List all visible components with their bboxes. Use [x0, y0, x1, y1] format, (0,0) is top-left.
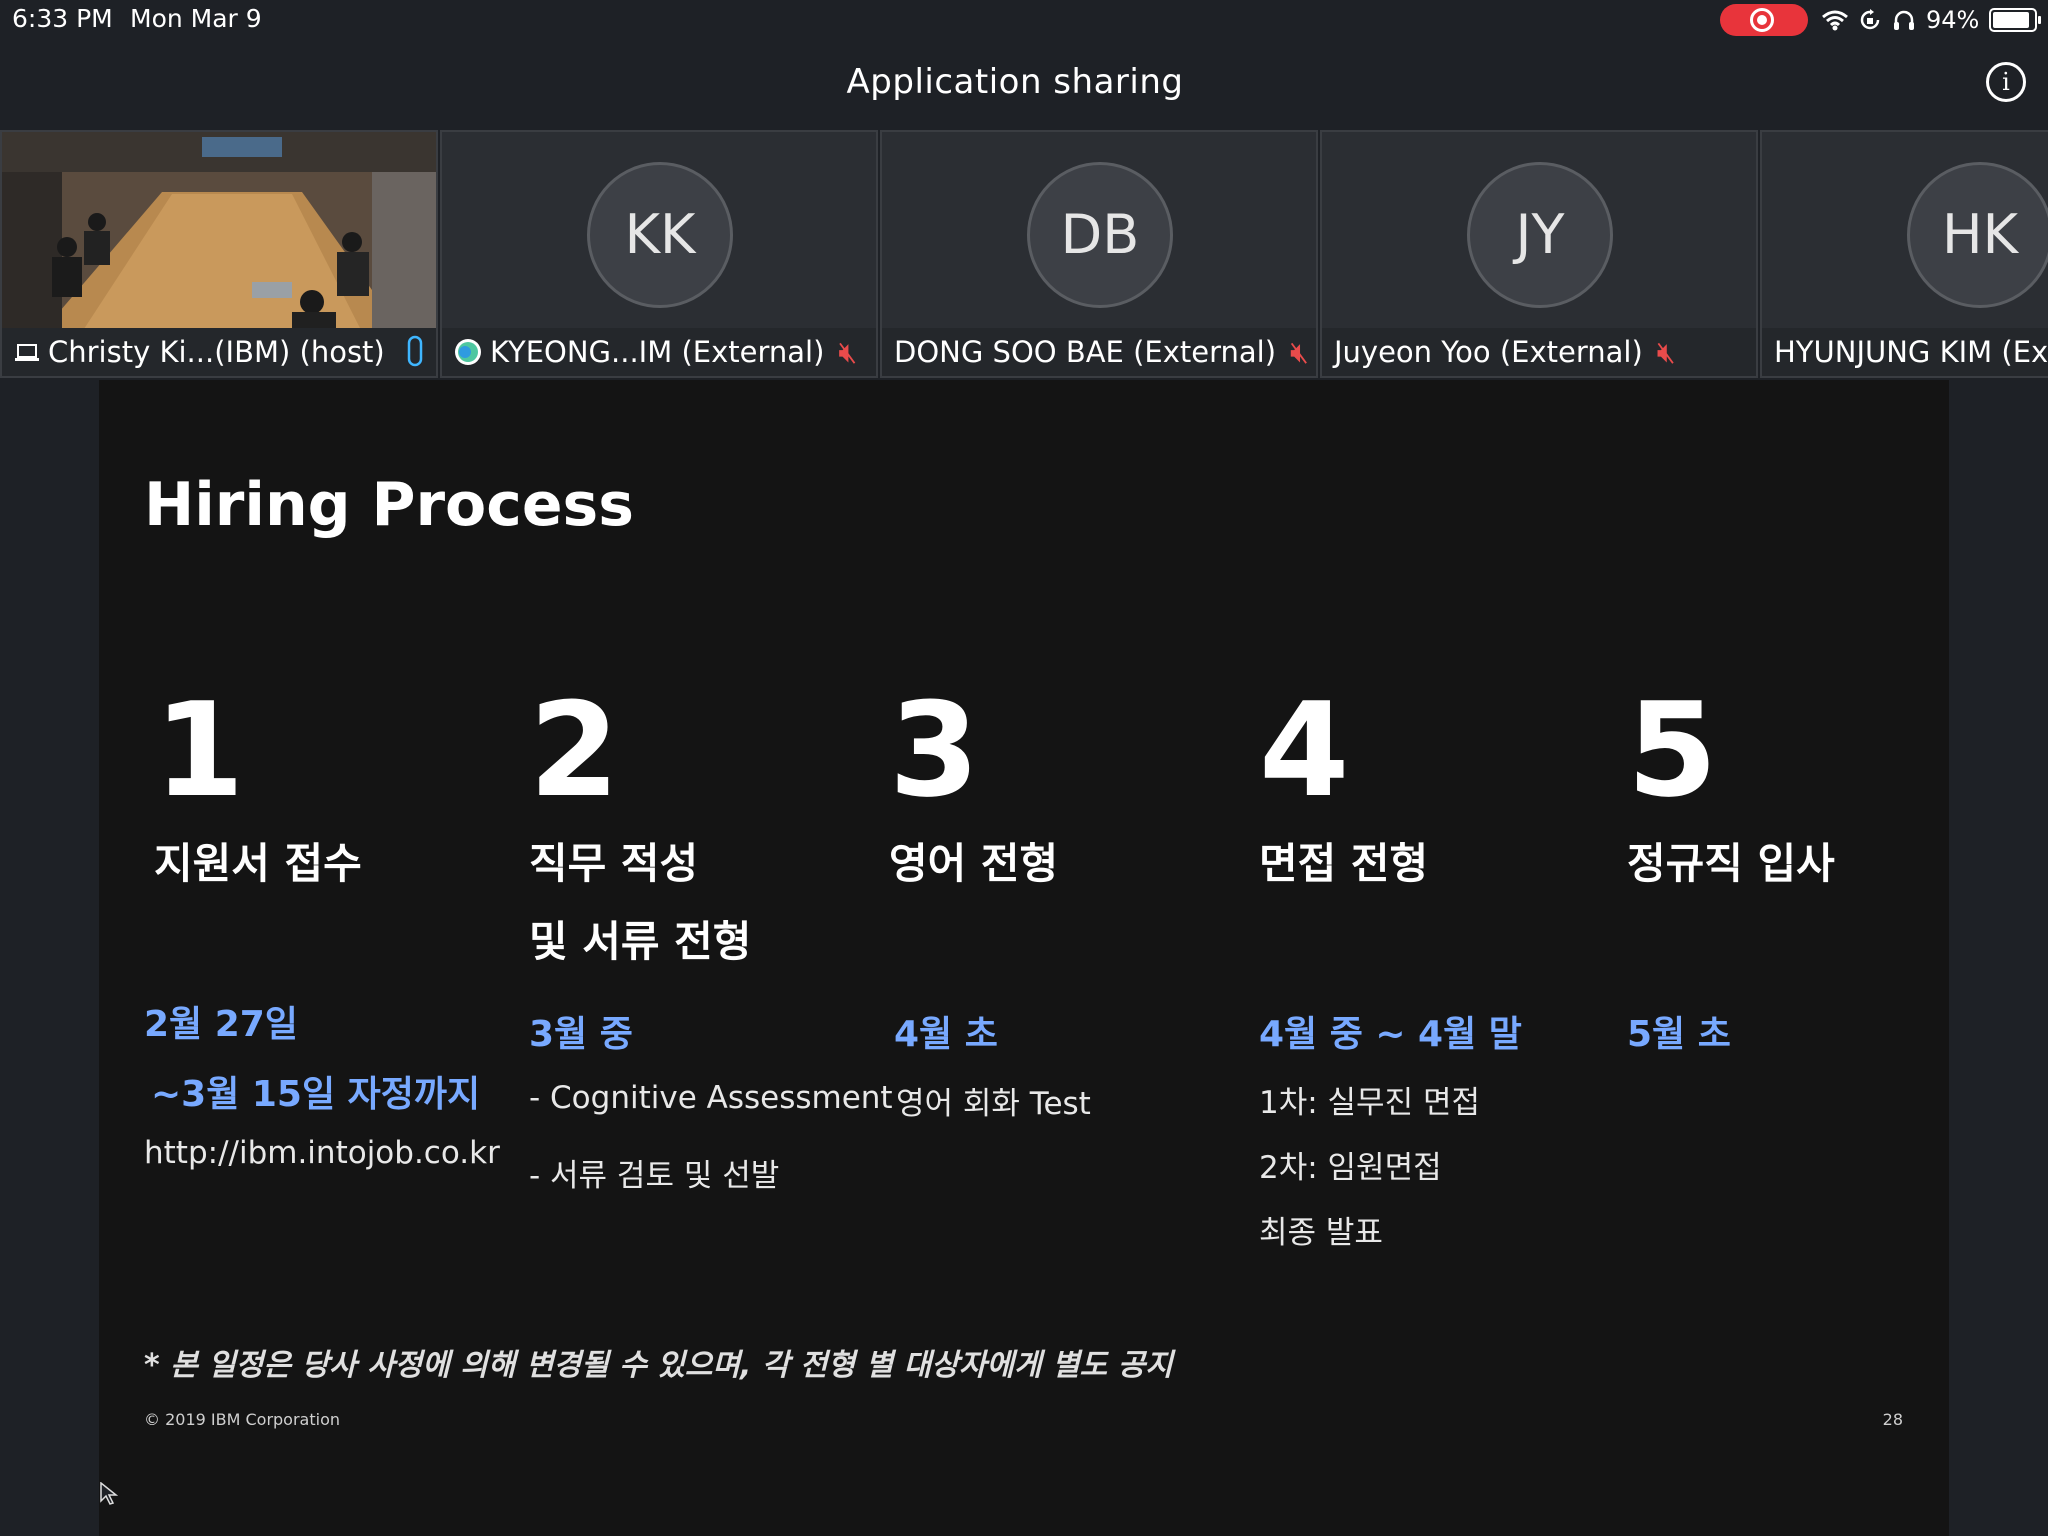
status-icons: 94%	[1822, 4, 2042, 36]
info-button[interactable]: i	[1986, 62, 2026, 102]
schedule-note: * 본 일정은 당사 사정에 의해 변경될 수 있으며, 각 전형 별 대상자에…	[144, 1348, 1173, 1383]
battery-icon	[1989, 8, 2042, 32]
participant-footer: Juyeon Yoo (External) 🔇︎	[1322, 328, 1756, 376]
avatar: HK	[1907, 162, 2048, 308]
process-step-3: 3 영어 전형	[889, 685, 1249, 903]
participant-footer: Christy Ki...(IBM) (host)	[2, 328, 436, 376]
avatar: JY	[1467, 162, 1613, 308]
step-name: 영어 전형	[889, 839, 1059, 888]
participant-tile[interactable]: JY Juyeon Yoo (External) 🔇︎	[1320, 130, 1758, 378]
headphones-icon	[1894, 10, 1914, 30]
webex-app-icon	[455, 339, 481, 365]
participant-name: DONG SOO BAE (External)	[894, 335, 1277, 369]
mic-muted-icon: 🔇︎	[1290, 334, 1309, 370]
process-step-5: 5 정규직 입사	[1627, 685, 1987, 903]
mouse-pointer-icon	[100, 1482, 118, 1505]
participant-tile[interactable]: DB DONG SOO BAE (External) 🔇︎	[880, 130, 1318, 378]
step-detail: 최종 발표	[1259, 1215, 1383, 1251]
participant-name: HYUNJUNG KIM (Ex	[1774, 335, 2048, 369]
process-step-2: 2 직무 적성 및 서류 전형	[529, 685, 889, 981]
step-name: 및 서류 전형	[529, 917, 752, 966]
step-date: ~3월 15일 자정까지	[151, 1074, 481, 1115]
step-date: 5월 초	[1627, 1014, 1731, 1055]
participant-footer: HYUNJUNG KIM (Ex	[1762, 328, 2048, 376]
screen-recording-indicator[interactable]	[1720, 4, 1808, 36]
step-detail: 1차: 실무진 면접	[1259, 1085, 1480, 1121]
header-title: Application sharing	[846, 62, 1184, 102]
mic-muted-icon: 🔇︎	[838, 334, 858, 370]
status-bar: 6:33 PM Mon Mar 9 94%	[0, 0, 2048, 40]
status-date: Mon Mar 9	[130, 4, 262, 33]
presentation-slide: Hiring Process 1 지원서 접수 2월 27일 ~3월 15일 자…	[99, 380, 1949, 1536]
participant-tile[interactable]: HK HYUNJUNG KIM (Ex	[1760, 130, 2048, 378]
record-icon	[1750, 8, 1774, 32]
step-date: 4월 초	[894, 1014, 998, 1055]
participant-tile-host[interactable]: Christy Ki...(IBM) (host)	[0, 130, 438, 378]
step-detail: 영어 회화 Test	[896, 1086, 1091, 1122]
step-detail: - 서류 검토 및 선발	[529, 1158, 780, 1194]
application-link[interactable]: http://ibm.intojob.co.kr	[144, 1135, 500, 1171]
status-time: 6:33 PM	[12, 4, 113, 33]
shared-content-area[interactable]: Hiring Process 1 지원서 접수 2월 27일 ~3월 15일 자…	[0, 380, 2048, 1536]
step-number: 3	[889, 674, 980, 826]
step-number: 5	[1627, 674, 1718, 826]
step-number: 4	[1259, 674, 1350, 826]
host-video-feed	[2, 132, 436, 332]
step-date: 3월 중	[529, 1014, 633, 1055]
participant-name: KYEONG...IM (External)	[490, 335, 825, 369]
step-name: 직무 적성	[529, 839, 699, 888]
step-name: 면접 전형	[1259, 839, 1429, 888]
mic-active-icon	[407, 335, 422, 367]
slide-page-number: 28	[1882, 1410, 1903, 1429]
step-date: 2월 27일	[144, 1004, 298, 1045]
process-step-4: 4 면접 전형	[1259, 685, 1619, 903]
step-detail: - Cognitive Assessment	[529, 1080, 893, 1116]
participant-footer: DONG SOO BAE (External) 🔇︎	[882, 328, 1316, 376]
participant-name: Juyeon Yoo (External)	[1334, 335, 1643, 369]
process-step-1: 1 지원서 접수	[154, 685, 514, 903]
avatar: KK	[587, 162, 733, 308]
participant-footer: KYEONG...IM (External) 🔇︎	[442, 328, 876, 376]
laptop-icon	[15, 344, 39, 361]
orientation-lock-icon	[1860, 9, 1880, 30]
step-name: 정규직 입사	[1627, 839, 1835, 888]
battery-percent: 94%	[1926, 6, 1980, 34]
wifi-icon	[1822, 10, 1848, 31]
step-number: 1	[154, 674, 245, 826]
step-name: 지원서 접수	[154, 839, 362, 888]
avatar: DB	[1027, 162, 1173, 308]
step-number: 2	[529, 674, 620, 826]
step-detail: 2차: 임원면접	[1259, 1150, 1442, 1186]
participant-name: Christy Ki...(IBM) (host)	[48, 335, 385, 369]
participant-strip[interactable]: Christy Ki...(IBM) (host) KK KYEONG...IM…	[0, 130, 2048, 378]
participant-tile[interactable]: KK KYEONG...IM (External) 🔇︎	[440, 130, 878, 378]
slide-title: Hiring Process	[144, 470, 634, 540]
step-date: 4월 중 ~ 4월 말	[1259, 1014, 1522, 1055]
mic-muted-icon: 🔇︎	[1656, 334, 1676, 370]
slide-copyright: © 2019 IBM Corporation	[144, 1410, 340, 1429]
